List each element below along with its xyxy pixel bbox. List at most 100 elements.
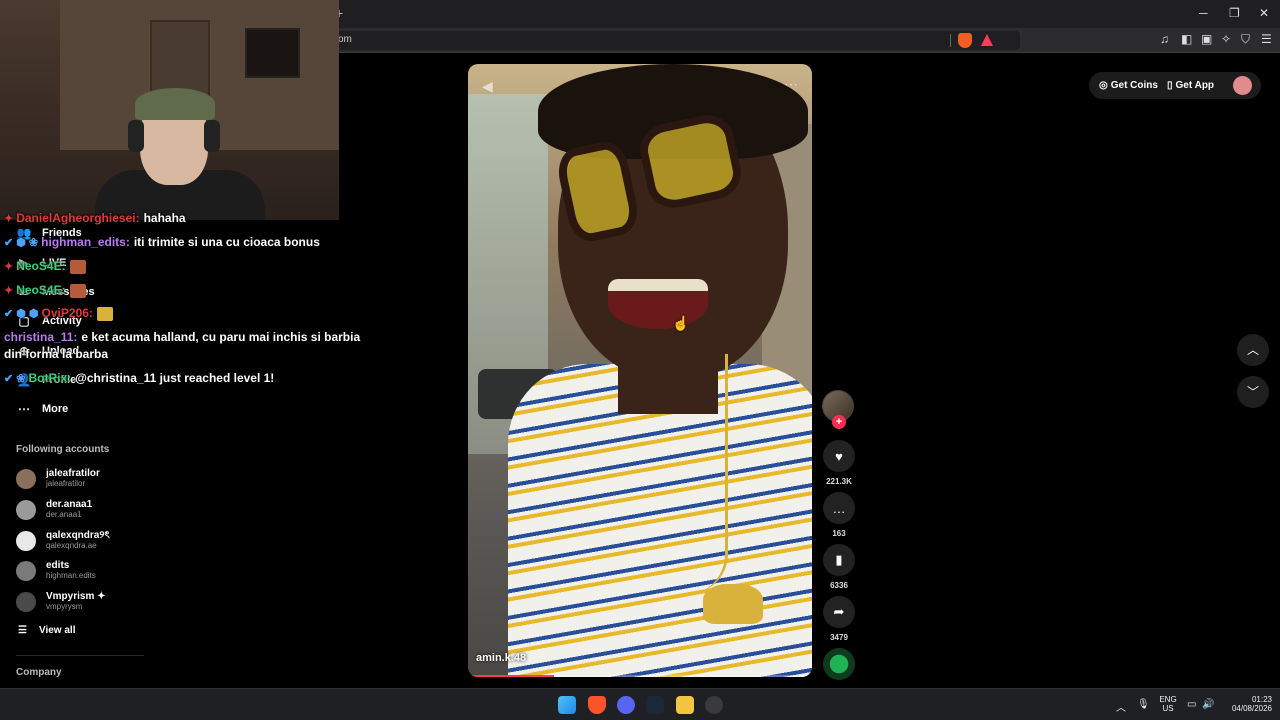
brave-shields-icon[interactable] xyxy=(958,33,972,48)
video-smile xyxy=(608,279,708,329)
steam-icon[interactable] xyxy=(646,696,664,714)
chat-message: ✦ NeoS4E: xyxy=(4,259,86,274)
volume-icon[interactable]: 🔊 xyxy=(1202,699,1214,710)
profile-avatar[interactable] xyxy=(1233,76,1252,95)
header-actions: ◎ Get Coins ▯ Get App xyxy=(1089,72,1261,99)
chat-message: christina_11: e ket acuma halland, cu par… xyxy=(4,330,360,344)
wallet-icon[interactable]: ▣ xyxy=(1201,32,1212,46)
restore-button[interactable]: ❐ xyxy=(1229,6,1240,20)
chat-emote xyxy=(69,283,86,298)
next-video-button[interactable]: ﹀ xyxy=(1237,376,1269,408)
url-divider xyxy=(950,34,951,47)
windows-start-icon[interactable] xyxy=(558,696,576,714)
chat-text: hahaha xyxy=(143,211,186,225)
chat-message: ✔ ⬢ ⬢ OviP206: xyxy=(4,306,113,321)
chat-badges: ✔ ⬢ ⬢ xyxy=(4,308,39,320)
chat-text: din forma la barba xyxy=(4,347,109,361)
leo-ai-icon[interactable]: ✧ xyxy=(1221,32,1231,46)
view-all-button[interactable]: ☰ View all xyxy=(18,625,75,636)
get-app-label: Get App xyxy=(1175,80,1215,91)
video-progress-bar[interactable] xyxy=(468,675,812,677)
clock[interactable]: 01:23 04/08/2026 xyxy=(1222,695,1272,713)
display-icon[interactable]: ▭ xyxy=(1187,699,1196,710)
comment-count: 163 xyxy=(832,529,846,538)
region-code: US xyxy=(1162,704,1174,713)
url-text: om xyxy=(338,34,352,45)
account-name: edits xyxy=(46,560,70,571)
avatar xyxy=(16,560,36,581)
sidebar-item-more[interactable]: ⋯ More xyxy=(16,402,68,416)
menu-icon[interactable]: ☰ xyxy=(1261,32,1272,46)
discord-icon[interactable] xyxy=(617,696,635,714)
mouse-cursor-icon: ☝ xyxy=(672,315,690,331)
company-heading: Company xyxy=(16,667,62,678)
mute-icon[interactable]: ◀ xyxy=(482,78,493,95)
language-indicator[interactable]: ENG US xyxy=(1156,695,1180,713)
chat-username: christina_11: xyxy=(4,330,78,344)
like-button[interactable]: ♥ xyxy=(823,440,855,472)
account-handle: highman.edits xyxy=(46,571,96,580)
more-options-icon[interactable]: ⋯ xyxy=(784,76,798,93)
chat-message: ✔ ❀ BotRix: @christina_11 just reached lev… xyxy=(4,371,274,385)
avatar xyxy=(16,530,36,551)
brave-browser-icon[interactable] xyxy=(588,696,606,714)
address-bar[interactable]: om xyxy=(330,31,1020,50)
webcam-headset xyxy=(128,120,144,152)
following-account[interactable]: der.anaa1 der.anaa1 xyxy=(16,499,92,520)
chat-text: e ket acuma halland, cu paru mai inchis … xyxy=(81,330,361,344)
more-icon: ⋯ xyxy=(18,402,30,416)
chat-text: @christina_11 just reached level 1! xyxy=(75,371,275,385)
comment-button[interactable]: … xyxy=(823,492,855,524)
video-gold-chain xyxy=(668,354,728,594)
save-button[interactable]: ▮ xyxy=(823,544,855,576)
chat-username: OviP206: xyxy=(41,306,93,320)
following-account[interactable]: edits highman.edits xyxy=(16,560,96,581)
follow-button[interactable]: + xyxy=(832,415,846,429)
video-player[interactable]: ◀ ⋯ amin.k.48 xyxy=(468,64,812,677)
vpn-shield-icon[interactable]: ⛉ xyxy=(1241,32,1250,47)
view-all-label: View all xyxy=(38,625,76,636)
file-explorer-icon[interactable] xyxy=(676,696,694,714)
like-count: 221.3K xyxy=(826,477,852,486)
chat-badges: ✔ ⬢ ❀ xyxy=(4,237,39,249)
chat-message: ✦ NeoS4E: xyxy=(4,283,86,298)
following-account[interactable]: jaleafratilor jaleafratilor xyxy=(16,468,100,489)
app-icon[interactable] xyxy=(705,696,723,714)
account-name: qalexqndra୨ৎ xyxy=(46,530,110,541)
chat-username: NeoS4E: xyxy=(16,259,66,273)
tray-overflow-icon[interactable]: ︿ xyxy=(1116,699,1126,714)
comment-icon: … xyxy=(832,500,846,516)
avatar xyxy=(16,499,36,520)
get-app-button[interactable]: ▯ Get App xyxy=(1167,80,1214,91)
close-window-button[interactable]: ✕ xyxy=(1259,6,1269,20)
sidebar-item-label: More xyxy=(42,403,69,415)
chat-message: ✔ ⬢ ❀ highman_edits: iti trimite si una cu… xyxy=(4,235,320,249)
webcam-poster xyxy=(245,28,300,78)
sidebar-icon[interactable]: ◧ xyxy=(1181,32,1192,46)
clock-date: 04/08/2026 xyxy=(1231,704,1272,713)
music-disc-icon[interactable] xyxy=(823,648,855,680)
account-handle: qalexqndra.ae xyxy=(46,541,97,550)
previous-video-button[interactable]: ︿ xyxy=(1237,334,1269,366)
video-progress-fill xyxy=(468,675,554,677)
microphone-icon[interactable]: 🎙 xyxy=(1137,699,1150,710)
following-account[interactable]: qalexqndra୨ৎ qalexqndra.ae xyxy=(16,530,110,551)
account-name: Vmpyrism ✦ xyxy=(46,591,106,602)
following-account[interactable]: Vmpyrism ✦ vmpyrysm xyxy=(16,591,106,612)
chat-badges: ✦ xyxy=(4,285,14,297)
desktop: + ─ ❐ ✕ om ♫ ◧ ▣ ✧ ⛉ ☰ 👥 Friends ▶ LIVE … xyxy=(0,0,1280,720)
account-handle: vmpyrysm xyxy=(46,602,83,611)
bookmark-icon: ▮ xyxy=(835,552,843,567)
video-author[interactable]: amin.k.48 xyxy=(476,652,526,664)
following-accounts-title: Following accounts xyxy=(16,444,110,455)
chat-text: iti trimite si una cu cioaca bonus xyxy=(133,235,320,249)
music-icon[interactable]: ♫ xyxy=(1160,32,1169,46)
minimize-button[interactable]: ─ xyxy=(1199,6,1208,20)
brave-rewards-icon[interactable] xyxy=(981,34,993,46)
chat-message-continuation: din forma la barba xyxy=(4,347,108,361)
share-button[interactable]: ➦ xyxy=(823,596,855,628)
webcam-streamer-cap xyxy=(135,88,215,120)
get-coins-button[interactable]: ◎ Get Coins xyxy=(1099,80,1158,91)
list-icon: ☰ xyxy=(18,625,27,636)
coin-icon: ◎ xyxy=(1099,80,1108,91)
